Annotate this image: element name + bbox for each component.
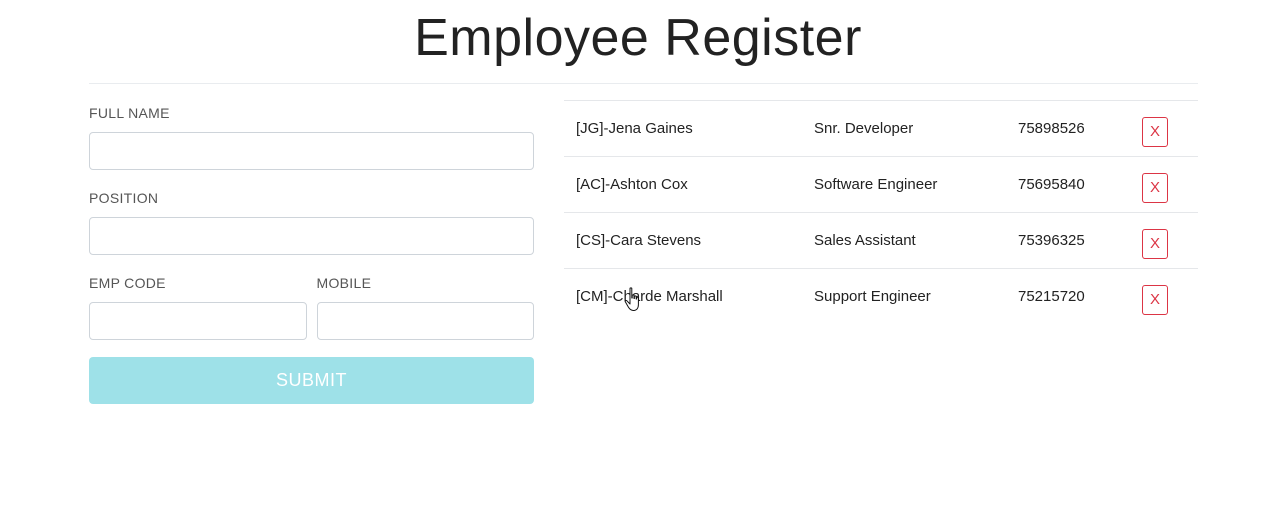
title-divider <box>89 83 1198 84</box>
mobile-group: MOBILE <box>316 270 534 340</box>
emp-code-input[interactable] <box>89 302 307 340</box>
table-row: [CM]-Charde Marshall Support Engineer 75… <box>564 268 1198 325</box>
employee-mobile: 75898526 <box>1018 120 1085 137</box>
employee-mobile: 75215720 <box>1018 288 1085 306</box>
employee-position: Sales Assistant <box>814 232 916 249</box>
employee-position: Snr. Developer <box>814 120 914 137</box>
full-name-label: FULL NAME <box>89 105 170 121</box>
mobile-label: MOBILE <box>316 275 372 291</box>
employee-name[interactable]: [JG]-Jena Gaines <box>564 101 814 157</box>
delete-button[interactable]: X <box>1142 116 1168 147</box>
delete-cell: X <box>1142 101 1198 157</box>
full-name-group: FULL NAME <box>89 100 534 170</box>
page-title: Employee Register <box>414 9 862 67</box>
table-row: [CS]-Cara Stevens Sales Assistant 753963… <box>564 212 1198 269</box>
code-mobile-row: EMP CODE MOBILE <box>89 270 534 355</box>
delete-button[interactable]: X <box>1142 284 1168 315</box>
employee-mobile: 75396325 <box>1018 232 1085 249</box>
position-input[interactable] <box>89 217 534 255</box>
employee-name[interactable]: [AC]-Ashton Cox <box>564 157 814 213</box>
table-row: [JG]-Jena Gaines Snr. Developer 75898526… <box>564 100 1198 157</box>
delete-button[interactable]: X <box>1142 172 1168 203</box>
table-row: [AC]-Ashton Cox Software Engineer 756958… <box>564 156 1198 213</box>
delete-cell: X <box>1142 213 1198 269</box>
emp-code-group: EMP CODE <box>89 270 307 340</box>
full-name-input[interactable] <box>89 132 534 170</box>
employee-form: FULL NAME POSITION EMP CODE MOBILE SUBMI… <box>89 100 534 404</box>
delete-cell: X <box>1142 157 1198 213</box>
employee-position: Support Engineer <box>814 288 931 306</box>
delete-cell: X <box>1142 269 1198 325</box>
position-group: POSITION <box>89 185 534 255</box>
employee-mobile: 75695840 <box>1018 176 1085 193</box>
submit-button[interactable]: SUBMIT <box>89 357 534 404</box>
hand-pointer-icon <box>624 287 639 311</box>
position-label: POSITION <box>89 190 159 206</box>
employee-name[interactable]: [CM]-Charde Marshall <box>564 269 814 325</box>
delete-button[interactable]: X <box>1142 228 1168 259</box>
employee-name[interactable]: [CS]-Cara Stevens <box>564 213 814 269</box>
employee-position: Software Engineer <box>814 176 938 193</box>
employee-table: [JG]-Jena Gaines Snr. Developer 75898526… <box>564 100 1198 325</box>
page: Employee Register FULL NAME POSITION EMP… <box>0 0 1276 531</box>
emp-code-label: EMP CODE <box>89 275 166 291</box>
mobile-input[interactable] <box>316 302 534 340</box>
